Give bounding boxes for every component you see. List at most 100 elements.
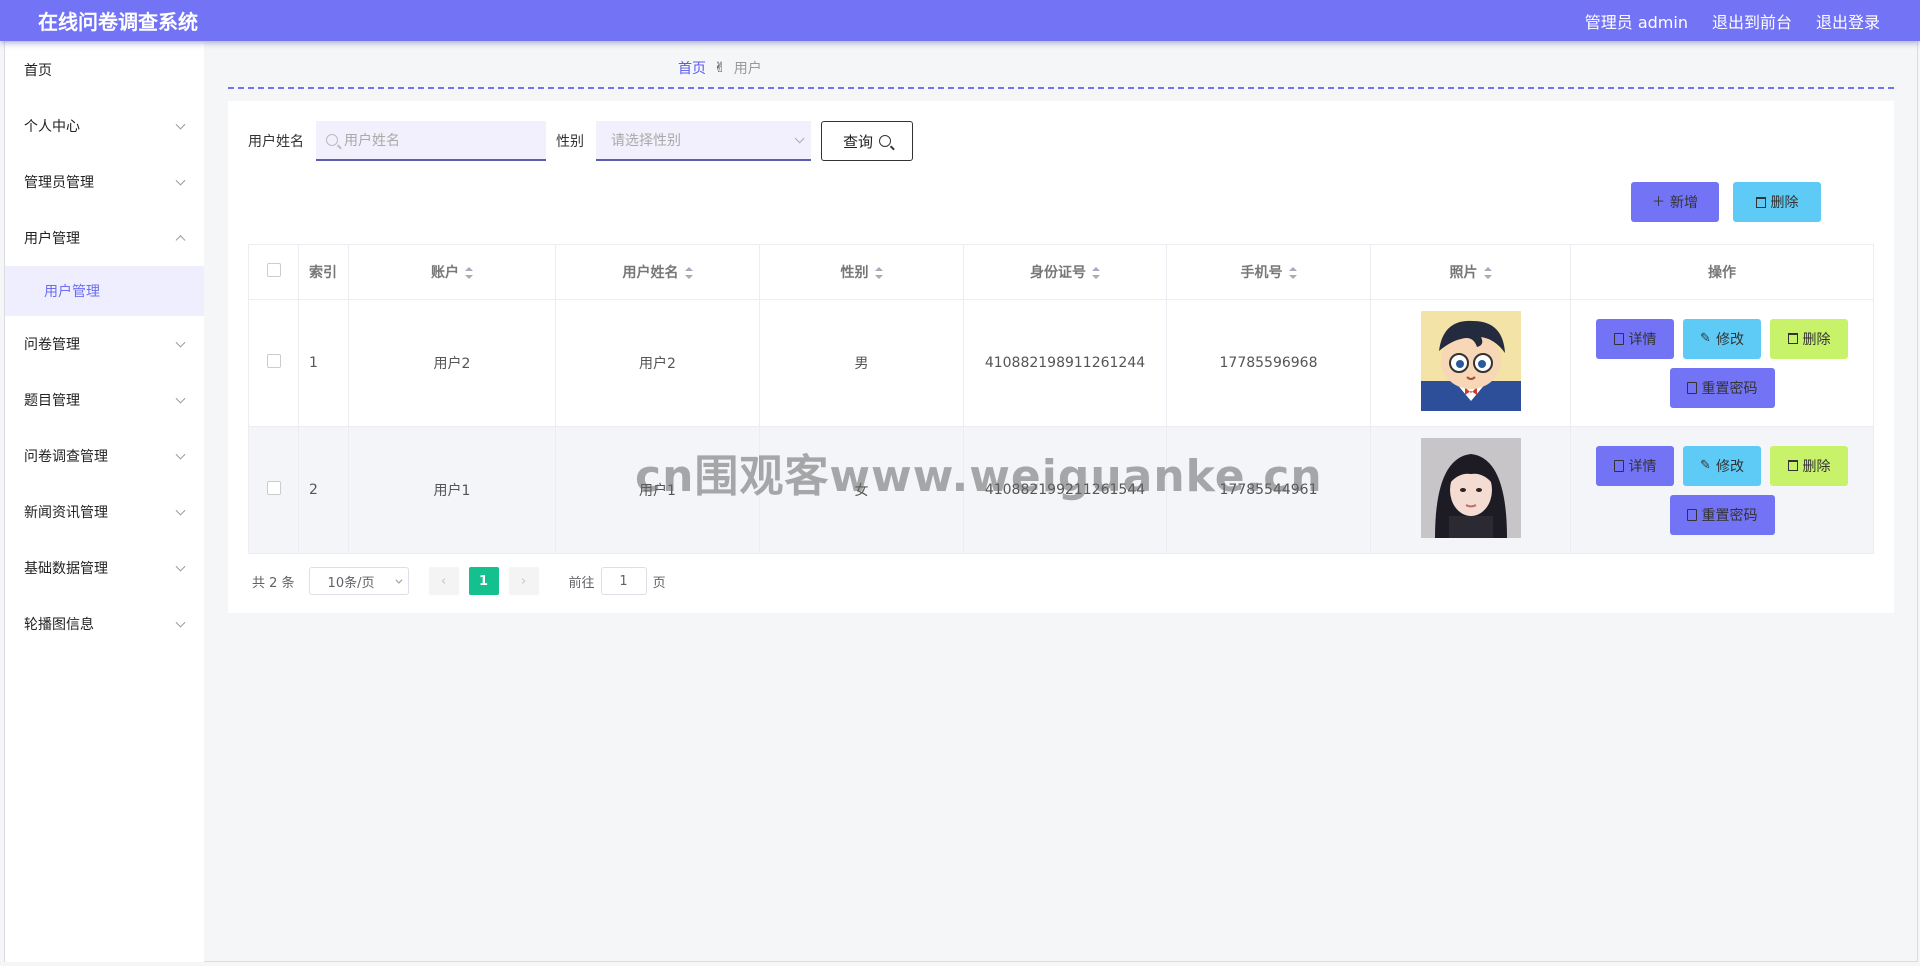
cell-account: 用户2 [348, 299, 556, 427]
sort-icon[interactable] [465, 267, 473, 279]
sidebar-item-label: 用户管理 [24, 231, 80, 247]
col-index: 索引 [298, 244, 349, 300]
sort-icon[interactable] [1483, 267, 1492, 279]
chevron-down-icon [175, 617, 186, 628]
document-icon [1686, 381, 1697, 394]
sidebar-item-questions[interactable]: 题目管理 [5, 372, 204, 428]
document-icon [1686, 508, 1697, 521]
page-size-select[interactable]: 10条/页 [308, 567, 409, 595]
row-checkbox[interactable] [266, 354, 281, 368]
avatar-cartoon-boy[interactable] [1420, 311, 1521, 411]
document-icon [1613, 332, 1624, 345]
row-checkbox[interactable] [266, 481, 281, 495]
delete-label: 删除 [1802, 331, 1831, 348]
name-label: 用户姓名 [248, 134, 304, 150]
sidebar-item-questionnaire[interactable]: 问卷管理 [5, 316, 204, 372]
cell-name: 用户2 [555, 299, 760, 427]
delete-button[interactable]: 删除 [1770, 318, 1848, 359]
sidebar-item-label: 问卷调查管理 [24, 449, 108, 465]
detail-label: 详情 [1628, 458, 1657, 475]
goto-suffix: 页 [652, 575, 666, 591]
sidebar-item-survey[interactable]: 问卷调查管理 [5, 428, 204, 484]
row-actions: 详情 ✎ 修改 删除 重置密码 [1571, 445, 1873, 535]
logout-link[interactable]: 退出登录 [1816, 9, 1880, 33]
col-gender[interactable]: 性别 [759, 244, 964, 300]
detail-button[interactable]: 详情 [1596, 445, 1674, 486]
sidebar-item-label: 首页 [24, 63, 52, 79]
prev-page-button[interactable]: ‹ [428, 567, 459, 595]
pencil-icon: ✎ [1700, 458, 1711, 473]
chevron-right-icon: › [520, 573, 527, 589]
sidebar-item-label: 个人中心 [24, 119, 80, 135]
col-id-card[interactable]: 身份证号 [963, 244, 1167, 300]
breadcrumb: 首页 ✌ 用户 [678, 58, 762, 78]
avatar-girl[interactable] [1420, 438, 1521, 538]
breadcrumb-home[interactable]: 首页 [678, 58, 706, 78]
query-button-label: 查询 [842, 132, 873, 151]
trash-icon [1755, 196, 1766, 208]
sidebar-item-news[interactable]: 新闻资讯管理 [5, 484, 204, 540]
row-select-cell[interactable] [248, 299, 299, 427]
col-phone[interactable]: 手机号 [1166, 244, 1371, 300]
detail-label: 详情 [1628, 331, 1657, 348]
edit-button[interactable]: ✎ 修改 [1683, 445, 1761, 486]
cell-gender: 男 [759, 299, 964, 427]
sidebar-item-home[interactable]: 首页 [5, 42, 204, 98]
col-account[interactable]: 账户 [348, 244, 556, 300]
pencil-icon: ✎ [1700, 331, 1711, 346]
gender-label: 性别 [556, 134, 584, 150]
sidebar-item-carousel[interactable]: 轮播图信息 [5, 596, 204, 652]
sort-icon[interactable] [1288, 267, 1297, 279]
document-icon [1613, 459, 1624, 472]
reset-password-button[interactable]: 重置密码 [1669, 494, 1775, 535]
gender-select[interactable]: 请选择性别 [596, 121, 811, 161]
trash-icon [1787, 333, 1798, 344]
col-label: 身份证号 [1030, 265, 1086, 281]
table-row: 1 用户2 用户2 男 410882198911261244 177855969… [248, 299, 1874, 427]
gender-placeholder: 请选择性别 [611, 133, 681, 149]
col-label: 账户 [431, 265, 459, 281]
chevron-down-icon [175, 393, 186, 404]
select-all-cell[interactable] [248, 244, 299, 300]
sidebar-item-basic-data[interactable]: 基础数据管理 [5, 540, 204, 596]
reset-label: 重置密码 [1701, 507, 1758, 524]
back-to-front-link[interactable]: 退出到前台 [1712, 9, 1792, 33]
chevron-down-icon [175, 337, 186, 348]
sort-icon[interactable] [874, 267, 883, 279]
table-header-row: 索引 账户 用户姓名 性别 身份证号 手机号 照片 操作 [248, 244, 1874, 300]
reset-password-button[interactable]: 重置密码 [1669, 367, 1775, 408]
sidebar-item-profile[interactable]: 个人中心 [5, 98, 204, 154]
sort-icon[interactable] [684, 267, 693, 279]
sidebar-subitem-user-manage[interactable]: 用户管理 [5, 266, 204, 316]
cell-account: 用户1 [348, 426, 556, 554]
sidebar: 首页 个人中心 管理员管理 用户管理 用户管理 问卷管理 题目管理 问卷调查管理… [5, 42, 204, 962]
delete-button[interactable]: 删除 [1770, 445, 1848, 486]
trash-icon [1787, 460, 1798, 471]
sidebar-item-label: 管理员管理 [24, 175, 94, 191]
detail-button[interactable]: 详情 [1596, 318, 1674, 359]
sidebar-item-admin-manage[interactable]: 管理员管理 [5, 154, 204, 210]
col-photo[interactable]: 照片 [1370, 244, 1571, 300]
edit-button[interactable]: ✎ 修改 [1683, 318, 1761, 359]
table-row: 2 用户1 用户1 女 410882199211261544 177855449… [248, 426, 1874, 554]
breadcrumb-divider [228, 87, 1894, 89]
query-button[interactable]: 查询 [821, 121, 913, 161]
page-number-button[interactable]: 1 [468, 567, 499, 595]
add-button-label: 新增 [1670, 195, 1698, 211]
reset-label: 重置密码 [1701, 380, 1758, 397]
cell-name: 用户1 [555, 426, 760, 554]
col-name[interactable]: 用户姓名 [555, 244, 760, 300]
name-search-input[interactable]: 用户姓名 [316, 121, 546, 161]
sidebar-item-user-manage[interactable]: 用户管理 [5, 210, 204, 266]
row-actions-top: 详情 ✎ 修改 删除 [1596, 318, 1848, 359]
add-button[interactable]: ＋ 新增 [1631, 182, 1719, 222]
next-page-button[interactable]: › [508, 567, 539, 595]
select-all-checkbox[interactable] [266, 263, 281, 277]
goto-page-input[interactable]: 1 [600, 567, 647, 595]
cell-phone: 17785596968 [1166, 299, 1371, 427]
cell-photo [1370, 426, 1571, 554]
sidebar-item-label: 新闻资讯管理 [24, 505, 108, 521]
row-select-cell[interactable] [248, 426, 299, 554]
batch-delete-button[interactable]: 删除 [1733, 182, 1821, 222]
sort-icon[interactable] [1092, 267, 1100, 279]
